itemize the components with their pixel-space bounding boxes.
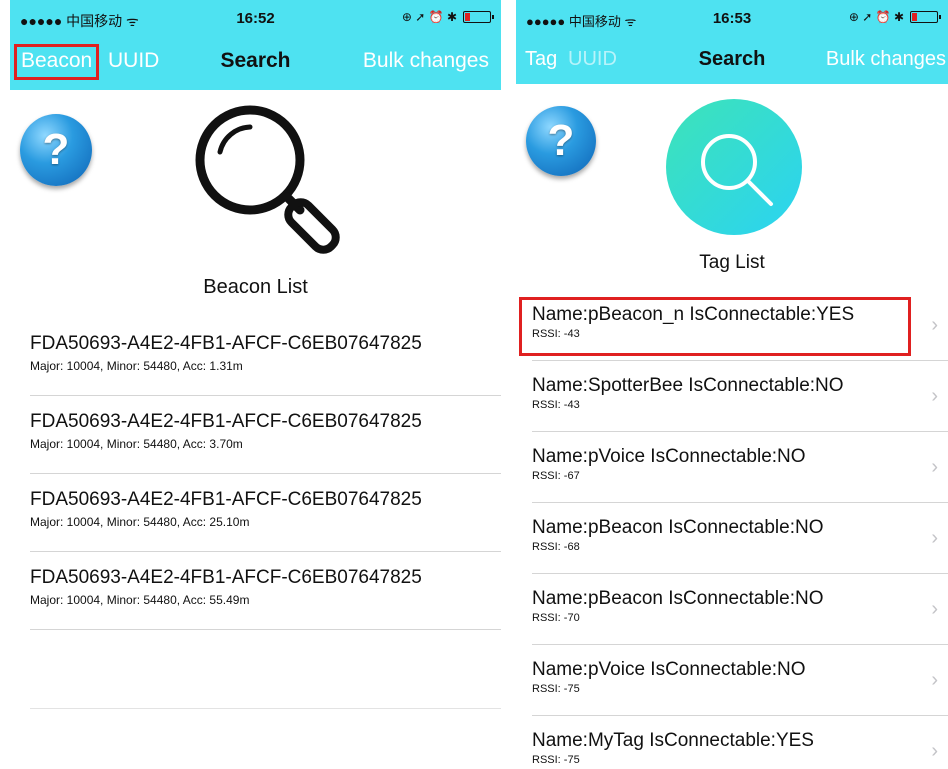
list-divider — [30, 708, 501, 709]
tag-rssi: RSSI: -68 — [532, 541, 580, 553]
status-indicator-icons: ⊕ ➚ ⏰ ✱ — [401, 10, 457, 24]
beacon-uuid: FDA50693-A4E2-4FB1-AFCF-C6EB07647825 — [30, 411, 422, 432]
beacon-details: Major: 10004, Minor: 54480, Acc: 1.31m — [30, 359, 243, 373]
beacon-details: Major: 10004, Minor: 54480, Acc: 3.70m — [30, 437, 243, 451]
chevron-right-icon: › — [931, 740, 938, 762]
help-icon[interactable]: ? — [526, 106, 596, 176]
tag-name: Name:SpotterBee IsConnectable:NO — [532, 375, 844, 396]
beacon-uuid: FDA50693-A4E2-4FB1-AFCF-C6EB07647825 — [30, 489, 422, 510]
tag-name: Name:pBeacon IsConnectable:NO — [532, 517, 824, 538]
beacon-row[interactable]: FDA50693-A4E2-4FB1-AFCF-C6EB07647825 Maj… — [30, 396, 501, 474]
tag-row[interactable]: Name:pBeacon IsConnectable:NO RSSI: -70 … — [532, 574, 948, 645]
tag-name: Name:pBeacon IsConnectable:NO — [532, 588, 824, 609]
tag-row[interactable]: Name:SpotterBee IsConnectable:NO RSSI: -… — [532, 361, 948, 432]
tag-name: Name:pVoice IsConnectable:NO — [532, 659, 806, 680]
status-indicator-icons: ⊕ ➚ ⏰ ✱ — [848, 10, 904, 24]
magnifier-icon[interactable] — [190, 102, 360, 262]
tag-rssi: RSSI: -43 — [532, 399, 580, 411]
tag-list-title: Tag List — [699, 252, 765, 273]
bulk-changes-button[interactable]: Bulk changes — [363, 49, 489, 73]
tag-rssi: RSSI: -75 — [532, 754, 580, 766]
status-icons: ⊕ ➚ ⏰ ✱ — [401, 10, 494, 24]
tag-name: Name:pVoice IsConnectable:NO — [532, 446, 806, 467]
beacon-uuid: FDA50693-A4E2-4FB1-AFCF-C6EB07647825 — [30, 567, 422, 588]
tag-rssi: RSSI: -70 — [532, 612, 580, 624]
battery-icon — [463, 11, 494, 23]
screen-tag-search: ●●●●● 中国移动 ᯤ 16:53 ⊕ ➚ ⏰ ✱ Tag UUID Sear… — [516, 0, 948, 769]
tag-name: Name:MyTag IsConnectable:YES — [532, 730, 814, 751]
help-icon[interactable]: ? — [20, 114, 92, 186]
tag-row[interactable]: Name:pVoice IsConnectable:NO RSSI: -67 › — [532, 432, 948, 503]
tag-row[interactable]: Name:MyTag IsConnectable:YES RSSI: -75 › — [532, 716, 948, 769]
beacon-row[interactable]: FDA50693-A4E2-4FB1-AFCF-C6EB07647825 Maj… — [30, 318, 501, 396]
beacon-row[interactable]: FDA50693-A4E2-4FB1-AFCF-C6EB07647825 Maj… — [30, 474, 501, 552]
tag-row[interactable]: Name:pVoice IsConnectable:NO RSSI: -75 › — [532, 645, 948, 716]
chevron-right-icon: › — [931, 456, 938, 478]
highlight-box — [519, 297, 911, 356]
nav-bar: Tag UUID Search Bulk changes — [516, 38, 948, 84]
status-bar: ●●●●● 中国移动 ᯤ 16:52 ⊕ ➚ ⏰ ✱ — [10, 0, 501, 36]
battery-icon — [910, 11, 941, 23]
chevron-right-icon: › — [931, 669, 938, 691]
status-icons: ⊕ ➚ ⏰ ✱ — [848, 10, 941, 24]
search-icon[interactable] — [665, 98, 803, 236]
bulk-changes-button[interactable]: Bulk changes — [826, 48, 946, 71]
chevron-right-icon: › — [931, 314, 938, 336]
chevron-right-icon: › — [931, 527, 938, 549]
screen-beacon-search: ●●●●● 中国移动 ᯤ 16:52 ⊕ ➚ ⏰ ✱ Beacon UUID S… — [10, 0, 501, 769]
nav-bar: Beacon UUID Search Bulk changes — [10, 36, 501, 90]
beacon-row[interactable]: FDA50693-A4E2-4FB1-AFCF-C6EB07647825 Maj… — [30, 552, 501, 630]
beacon-uuid: FDA50693-A4E2-4FB1-AFCF-C6EB07647825 — [30, 333, 422, 354]
tag-rssi: RSSI: -67 — [532, 470, 580, 482]
beacon-list-title: Beacon List — [203, 276, 308, 298]
status-bar: ●●●●● 中国移动 ᯤ 16:53 ⊕ ➚ ⏰ ✱ — [516, 0, 948, 38]
beacon-details: Major: 10004, Minor: 54480, Acc: 55.49m — [30, 593, 250, 607]
chevron-right-icon: › — [931, 598, 938, 620]
tag-rssi: RSSI: -75 — [532, 683, 580, 695]
beacon-details: Major: 10004, Minor: 54480, Acc: 25.10m — [30, 515, 250, 529]
chevron-right-icon: › — [931, 385, 938, 407]
tag-row[interactable]: Name:pBeacon IsConnectable:NO RSSI: -68 … — [532, 503, 948, 574]
